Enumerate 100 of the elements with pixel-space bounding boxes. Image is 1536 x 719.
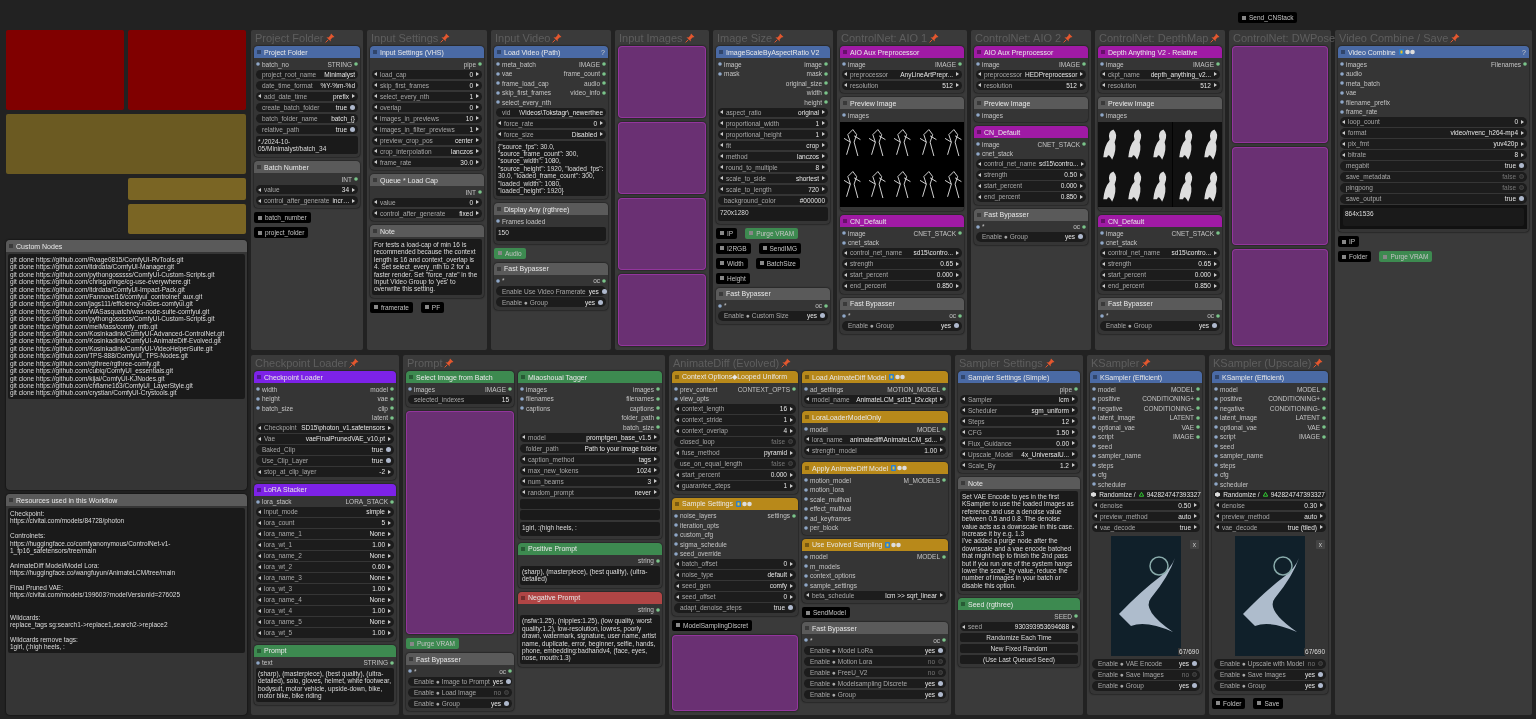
left-arrow-icon <box>844 72 847 77</box>
input-dot <box>804 487 808 492</box>
right-arrow-icon <box>790 594 793 599</box>
node-status-icon <box>719 50 723 54</box>
right-arrow-icon <box>352 94 355 99</box>
right-arrow-icon <box>956 261 959 266</box>
output-dot <box>656 396 660 401</box>
left-arrow-icon <box>258 94 261 99</box>
right-arrow-icon <box>822 176 825 181</box>
node-status-icon <box>1093 375 1097 379</box>
input-dot <box>1340 109 1344 114</box>
node-status-icon <box>257 648 261 653</box>
output-dot <box>1074 614 1078 619</box>
output-dot <box>1322 406 1326 410</box>
input-dot <box>718 71 722 76</box>
node-status-icon <box>409 657 413 661</box>
right-arrow-icon <box>1072 441 1075 446</box>
left-arrow-icon <box>498 121 501 126</box>
input-dot <box>1214 396 1218 401</box>
input-dot <box>1340 81 1344 85</box>
left-arrow-icon <box>962 397 965 402</box>
left-arrow-icon <box>844 272 847 277</box>
node-status-icon <box>521 375 525 379</box>
right-arrow-icon <box>940 437 943 442</box>
output-dot <box>1216 313 1220 318</box>
input-dot <box>842 62 846 66</box>
output-dot <box>602 71 606 76</box>
input-dot <box>496 81 500 85</box>
output-dot <box>390 396 394 401</box>
left-arrow-icon <box>258 509 261 514</box>
right-arrow-icon <box>1320 525 1323 530</box>
left-arrow-icon <box>258 425 261 430</box>
right-arrow-icon <box>1521 119 1524 124</box>
right-arrow-icon <box>476 127 479 132</box>
node-status-icon <box>497 266 501 271</box>
right-arrow-icon <box>654 468 657 473</box>
node-status-icon <box>961 602 965 607</box>
node-status-icon <box>373 229 377 233</box>
left-arrow-icon <box>1342 152 1345 157</box>
right-arrow-icon <box>388 586 391 591</box>
pin-icon <box>349 357 360 368</box>
output-dot <box>824 90 828 95</box>
input-dot <box>674 523 678 527</box>
hexagon-icon <box>1215 491 1221 497</box>
left-arrow-icon <box>978 161 981 166</box>
input-dot <box>1214 415 1218 420</box>
input-dot <box>804 554 808 559</box>
output-dot <box>958 62 962 66</box>
left-arrow-icon <box>1102 261 1105 266</box>
input-dot <box>674 542 678 546</box>
right-arrow-icon <box>822 121 825 126</box>
node-status-icon <box>497 50 501 54</box>
pin-icon <box>1450 32 1461 43</box>
right-arrow-icon <box>388 619 391 624</box>
output-dot <box>1082 142 1086 146</box>
input-dot <box>804 497 808 501</box>
input-dot <box>674 396 678 401</box>
left-arrow-icon <box>374 116 377 121</box>
node-status-icon <box>843 101 847 105</box>
output-dot <box>824 303 828 308</box>
input-dot <box>976 151 980 156</box>
input-dot <box>804 525 808 530</box>
input-dot <box>1214 453 1218 458</box>
left-arrow-icon <box>978 194 981 199</box>
output-dot <box>656 406 660 410</box>
left-arrow-icon <box>522 490 525 495</box>
node-status-icon <box>1341 50 1345 54</box>
left-arrow-icon <box>962 419 965 424</box>
input-dot <box>1340 71 1344 76</box>
output-dot <box>1196 406 1200 410</box>
pin-icon <box>929 32 940 43</box>
left-arrow-icon <box>676 406 679 411</box>
input-dot <box>804 387 808 391</box>
right-arrow-icon <box>1072 419 1075 424</box>
node-status-icon <box>805 542 809 547</box>
output-dot <box>656 558 660 563</box>
empty-text-area[interactable] <box>520 498 660 509</box>
right-arrow-icon <box>1080 194 1083 199</box>
input-dot <box>1100 240 1104 245</box>
left-arrow-icon <box>522 479 525 484</box>
left-arrow-icon <box>258 531 261 536</box>
output-dot <box>958 313 962 318</box>
left-arrow-icon <box>374 83 377 88</box>
node-status-icon <box>977 212 981 217</box>
right-arrow-icon <box>654 479 657 484</box>
right-arrow-icon <box>1072 624 1075 629</box>
empty-text-area[interactable] <box>520 510 660 520</box>
output-dot <box>1216 62 1220 66</box>
input-dot <box>1214 463 1218 467</box>
right-arrow-icon <box>476 160 479 165</box>
node-status-icon <box>1101 301 1105 306</box>
input-dot <box>1100 231 1104 236</box>
left-arrow-icon <box>720 154 723 159</box>
left-arrow-icon <box>522 468 525 473</box>
right-arrow-icon <box>654 457 657 462</box>
output-dot <box>1523 62 1527 66</box>
right-arrow-icon <box>956 72 959 77</box>
output-dot <box>354 177 358 182</box>
right-arrow-icon <box>1072 430 1075 435</box>
input-dot <box>1100 113 1104 117</box>
